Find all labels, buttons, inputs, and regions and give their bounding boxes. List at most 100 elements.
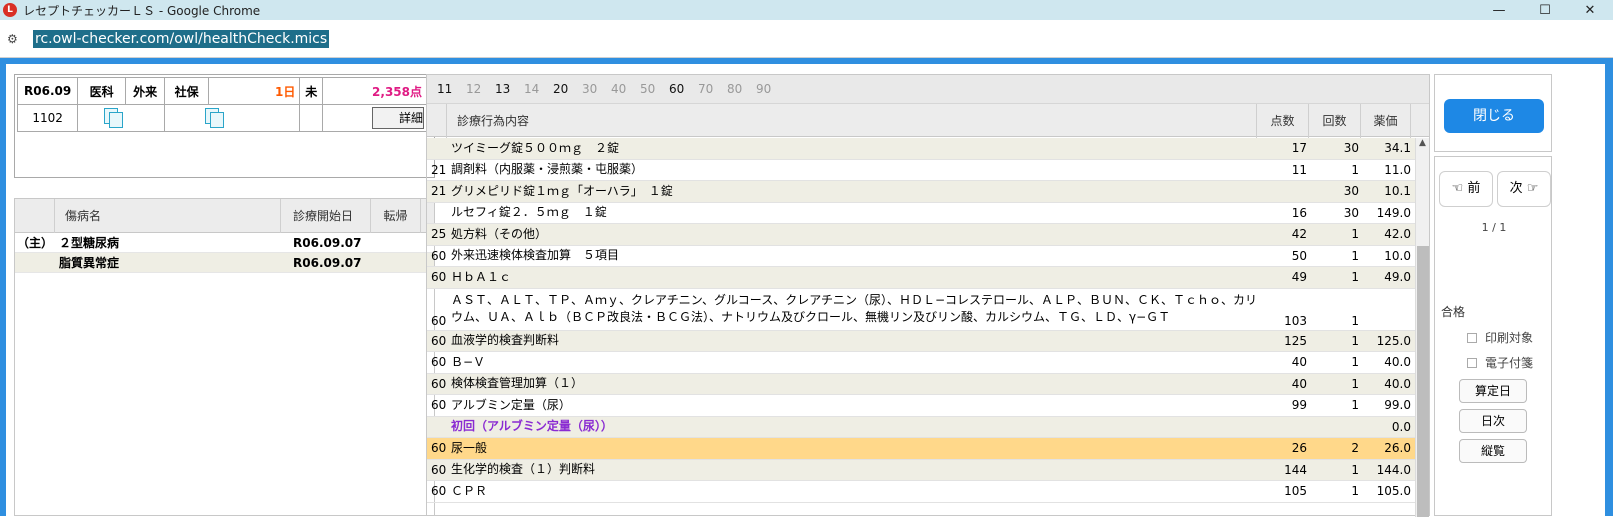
treatment-row[interactable]: 60 血液学的検査判断料 125 1 125.0	[427, 330, 1415, 352]
prev-button[interactable]: ☜ 前	[1439, 171, 1493, 207]
receipt-summary-table: R06.09 医科 外来 社保 1日 未 2,358点 1102 詳細	[16, 77, 427, 132]
row-points: 103	[1284, 313, 1307, 328]
days-count: 1日	[207, 77, 301, 105]
scroll-thumb[interactable]	[1417, 246, 1429, 517]
row-code: 21	[431, 184, 447, 199]
row-content: ＡＳＴ、ＡＬＴ、ＴＰ、Ａｍｙ、クレアチニン、グルコース、クレアチニン（尿）、ＨＤ…	[451, 293, 1258, 324]
prev-hand-icon: ☜	[1451, 181, 1464, 196]
site-settings-icon[interactable]: ⚙	[7, 32, 21, 46]
daily-button[interactable]: 日次	[1459, 409, 1527, 433]
detail-button[interactable]: 詳細	[372, 107, 424, 129]
tab-70[interactable]: 70	[698, 82, 727, 96]
treatment-row[interactable]: 60 外来迅速検体検査加算 ５項目 50 1 10.0	[427, 246, 1415, 267]
minimize-button[interactable]: —	[1476, 0, 1522, 20]
treatment-row[interactable]: 60 検体検査管理加算（１） 40 1 40.0	[427, 373, 1415, 395]
tab-14[interactable]: 14	[524, 82, 553, 96]
row-price: 10.0	[1384, 248, 1411, 263]
row-code: 60	[431, 441, 447, 456]
treatment-row[interactable]: 60 ＣＰＲ 105 1 105.0	[427, 481, 1415, 503]
treatment-row[interactable]: 60 アルブミン定量（尿） 99 1 99.0	[427, 395, 1415, 417]
copy-icon[interactable]	[205, 107, 225, 128]
row-code: 60	[431, 313, 447, 328]
tab-11[interactable]: 11	[437, 82, 466, 96]
col-points[interactable]: 点数	[1257, 104, 1309, 138]
row-content: ルセフィ錠２．５ｍｇ １錠	[451, 205, 607, 220]
disease-row[interactable]: 脂質異常症 R06.09.07	[15, 253, 434, 273]
treatment-row[interactable]: 60 ＨｂＡ１ｃ 49 1 49.0	[427, 267, 1415, 289]
disease-list: 傷病名 診療開始日 転帰 （主） ２型糖尿病 R06.09.07 脂質異常症 R…	[14, 198, 435, 516]
row-count: 1	[1351, 162, 1359, 177]
row-count: 1	[1351, 227, 1359, 242]
treatment-row[interactable]: 60 ＡＳＴ、ＡＬＴ、ＴＰ、Ａｍｙ、クレアチニン、グルコース、クレアチニン（尿）、…	[427, 289, 1415, 331]
treatment-row[interactable]: 60 生化学的検査（１）判断料 144 1 144.0	[427, 459, 1415, 481]
disease-col-start[interactable]: 診療開始日	[281, 198, 371, 233]
e-sticky-checkbox[interactable]: 電子付箋	[1467, 354, 1533, 371]
scroll-up-icon[interactable]: ▲	[1416, 138, 1429, 152]
row-count: 1	[1351, 398, 1359, 413]
disease-col-name[interactable]: 傷病名	[55, 198, 281, 233]
tab-60[interactable]: 60	[669, 82, 698, 96]
close-window-button[interactable]: ✕	[1567, 0, 1613, 20]
row-price: 40.0	[1384, 355, 1411, 370]
calc-day-button[interactable]: 算定日	[1459, 379, 1527, 403]
row-count: 30	[1343, 184, 1359, 199]
col-price[interactable]: 薬価	[1361, 104, 1411, 138]
row-price: 105.0	[1376, 484, 1411, 499]
address-bar: ⚙ rc.owl-checker.com/owl/healthCheck.mic…	[0, 20, 1613, 58]
next-button[interactable]: 次 ☞	[1497, 171, 1551, 207]
treatment-row[interactable]: 60 尿一般 26 2 26.0	[427, 438, 1415, 460]
vertical-view-button[interactable]: 縦覧	[1459, 439, 1527, 463]
tab-12[interactable]: 12	[466, 82, 495, 96]
disease-row[interactable]: （主） ２型糖尿病 R06.09.07	[15, 233, 434, 253]
disease-col-outcome[interactable]: 転帰	[371, 198, 421, 233]
row-count: 1	[1351, 462, 1359, 477]
row-content: 検体検査管理加算（１）	[451, 376, 584, 391]
maximize-button[interactable]: ☐	[1522, 0, 1568, 20]
tab-20[interactable]: 20	[553, 82, 582, 96]
disease-col-main	[15, 198, 55, 233]
prev-label: 前	[1467, 181, 1481, 196]
treatment-row[interactable]: 21 グリメピリド錠１ｍｇ「オーハラ」 １錠 30 10.1	[427, 181, 1415, 203]
treatment-row[interactable]: 60 Ｂ−Ｖ 40 1 40.0	[427, 352, 1415, 374]
tab-30[interactable]: 30	[582, 82, 611, 96]
row-count: 1	[1351, 484, 1359, 499]
print-target-checkbox[interactable]: 印刷対象	[1467, 329, 1533, 346]
tab-90[interactable]: 90	[756, 82, 785, 96]
row-count: 1	[1351, 355, 1359, 370]
row-content: 調剤料（内服薬・浸煎薬・屯服薬）	[451, 162, 644, 177]
tab-40[interactable]: 40	[611, 82, 640, 96]
row-code: 60	[431, 462, 447, 477]
treatment-header: 診療行為内容 点数 回数 薬価	[427, 103, 1429, 138]
vertical-scrollbar[interactable]: ▲	[1415, 138, 1429, 517]
row-count: 1	[1351, 376, 1359, 391]
row-content: 処方料（その他）	[451, 226, 548, 241]
treatment-row[interactable]: 25 処方料（その他） 42 1 42.0	[427, 224, 1415, 246]
close-button[interactable]: 閉じる	[1444, 99, 1544, 133]
row-content: アルブミン定量（尿）	[451, 397, 571, 412]
row-price: 34.1	[1384, 141, 1411, 156]
window-title: レセプトチェッカーＬＳ - Google Chrome	[23, 3, 261, 18]
row-content: Ｂ−Ｖ	[451, 354, 486, 369]
col-code	[427, 104, 447, 138]
col-count[interactable]: 回数	[1309, 104, 1361, 138]
col-content[interactable]: 診療行為内容	[447, 104, 1257, 138]
row-price: 0.0	[1391, 419, 1411, 434]
row-price: 42.0	[1384, 227, 1411, 242]
treatment-row[interactable]: ルセフィ錠２．５ｍｇ １錠 16 30 149.0	[427, 203, 1415, 224]
next-label: 次	[1509, 181, 1523, 196]
treatment-row[interactable]: ツイミーグ錠５００ｍｇ ２錠 17 30 34.1	[427, 138, 1415, 160]
tab-80[interactable]: 80	[727, 82, 756, 96]
tab-50[interactable]: 50	[640, 82, 669, 96]
print-target-label: 印刷対象	[1485, 331, 1534, 345]
row-code: 60	[431, 398, 447, 413]
copy-icon[interactable]	[104, 107, 124, 128]
detail-cell: 詳細	[322, 104, 427, 132]
row-points: 40	[1291, 355, 1307, 370]
row-count: 1	[1351, 248, 1359, 263]
era-month: R06.09	[16, 77, 79, 105]
tab-13[interactable]: 13	[495, 82, 524, 96]
status-mark: 未	[299, 77, 324, 105]
url-field[interactable]: rc.owl-checker.com/owl/healthCheck.mics	[33, 29, 330, 48]
treatment-row[interactable]: 初回（アルブミン定量（尿）） 0.0	[427, 416, 1415, 438]
treatment-row[interactable]: 21 調剤料（内服薬・浸煎薬・屯服薬） 11 1 11.0	[427, 160, 1415, 181]
